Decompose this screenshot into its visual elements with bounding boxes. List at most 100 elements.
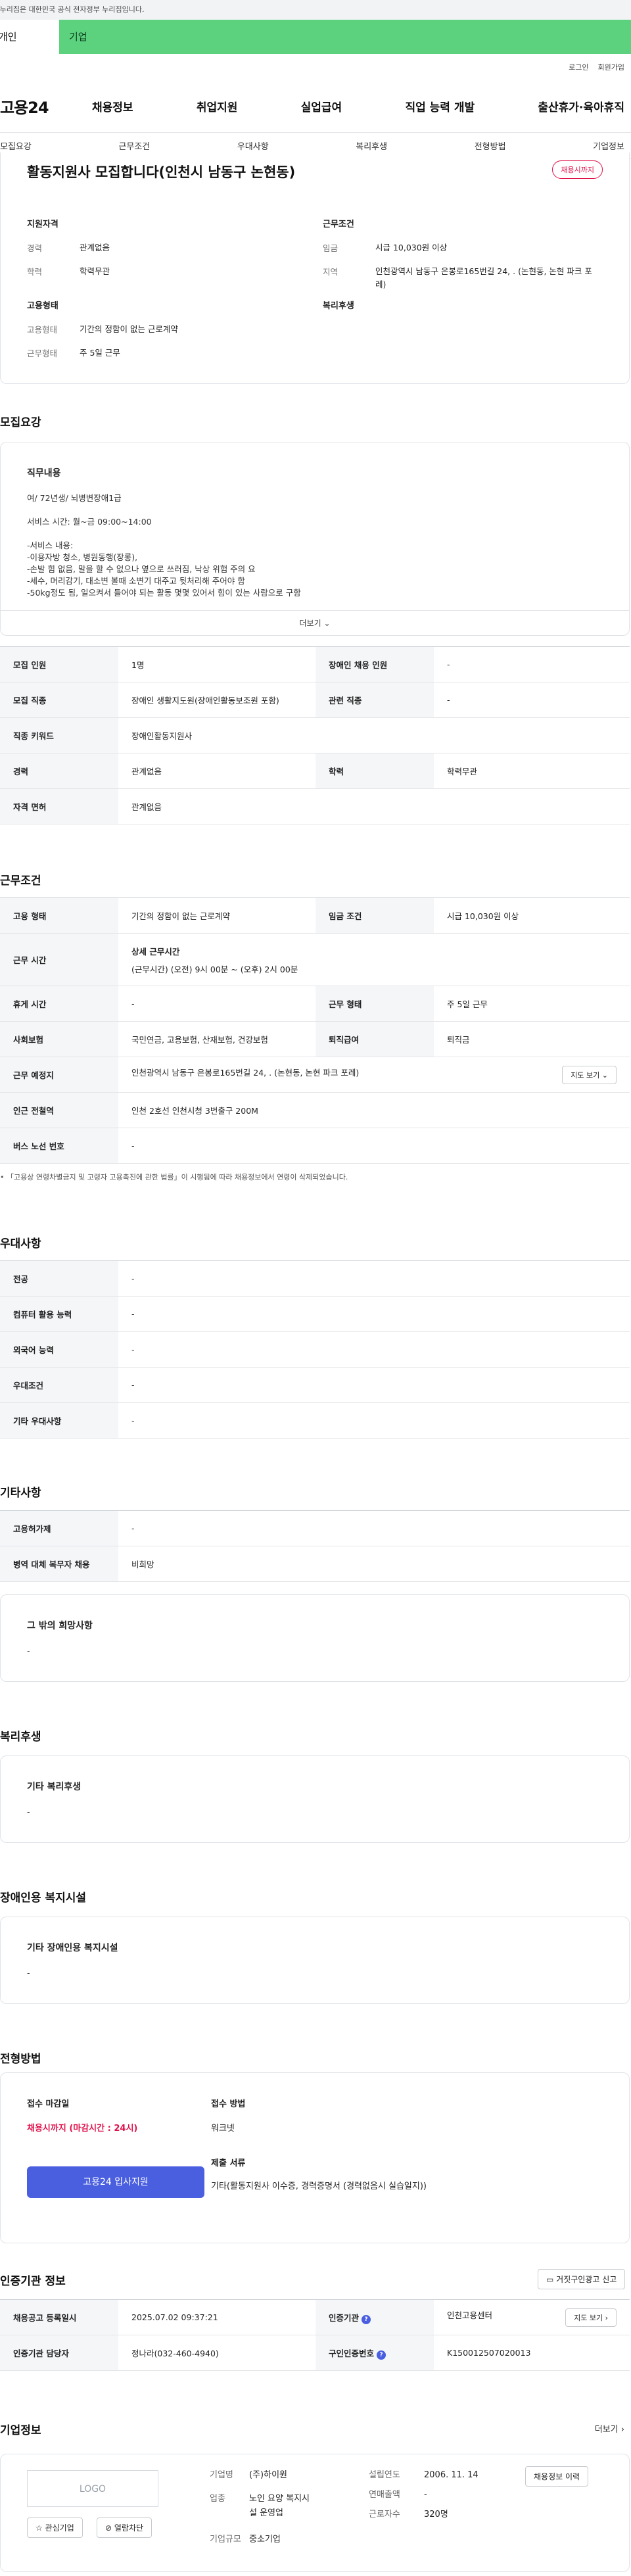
gnb-item-employment-support[interactable]: 취업지원: [197, 98, 238, 114]
edu-value: 학력무관: [434, 753, 630, 789]
major-label: 전공: [0, 1260, 118, 1297]
hours-value: (근무시간) (오전) 9시 00분 ~ (오후) 2시 00분: [131, 964, 298, 974]
report-button[interactable]: ▭ 거짓구인광고 신고: [538, 2269, 626, 2289]
age-law-note: • 「고용상 연령차별금지 및 고령자 고용촉진에 관한 법률」이 시행됨에 따…: [0, 1173, 348, 1181]
pref-section-title: 우대사항: [0, 1237, 41, 1251]
tab-personal[interactable]: 개인: [0, 20, 59, 54]
hours-cell: 상세 근무시간 (근무시간) (오전) 9시 00분 ~ (오후) 2시 00분: [118, 933, 630, 986]
subway-value: 인천 2호선 인천시청 3번출구 200M: [118, 1092, 630, 1128]
join-link[interactable]: 회원가입: [598, 62, 624, 72]
subnav-work[interactable]: 근무조건: [118, 139, 150, 152]
scale-value: 중소기업: [249, 2535, 281, 2544]
apply-card: 접수 마감일 채용시까지 (마감시간 : 24시) 고용24 입사지원 접수 방…: [0, 2072, 630, 2243]
duty-content: 여/ 72년생/ 뇌병변장애1급 서비스 시간: 월~금 09:00~14:00…: [27, 492, 603, 608]
map-button[interactable]: 지도 보기 ⌄: [562, 1065, 617, 1084]
apply-button[interactable]: 고용24 입사지원: [27, 2166, 204, 2198]
industry-row-cont: 설 운영업: [249, 2506, 283, 2518]
company-card: LOGO ☆ 관심기업 ⊘ 열람차단 기업명 (주)하이원 업종 노인 요양 복지시…: [0, 2454, 630, 2572]
region-value: 인천광역시 남동구 은봉로165번길 24, . (논현동, 논현 파크 포레): [375, 266, 592, 289]
more-toggle[interactable]: 더보기 ⌄: [1, 610, 629, 635]
gnb-item-leave[interactable]: 출산휴가·육아휴직: [538, 98, 624, 114]
staff-row: 근로자수 320명: [369, 2507, 448, 2519]
recruit-section-title: 모집요강: [0, 416, 41, 429]
gnb-item-training[interactable]: 직업 능력 개발: [405, 98, 475, 114]
help-icon[interactable]: ?: [377, 2350, 386, 2360]
table-row: 사회보험 국민연금, 고용보험, 산재보험, 건강보험 퇴직급여 퇴직금: [0, 1021, 630, 1057]
insurance-value: 국민연금, 고용보험, 산재보험, 건강보험: [118, 1021, 316, 1057]
global-nav: 고용24 채용정보 취업지원 실업급여 직업 능력 개발 출산휴가·육아휴직: [0, 80, 631, 133]
wage-value: 시급 10,030원 이상: [434, 897, 630, 934]
qualification-heading: 지원자격: [27, 220, 58, 229]
duty-line: -세수, 머리감기, 대소변 볼때 소변기 대주고 뒷처리해 주어야 함: [27, 576, 245, 586]
company-section-title: 기업정보: [0, 2424, 41, 2437]
summary-card: 활동지원사 모집합니다(인천시 남동구 논현동) 채용시까지 지원자격 경력 관계…: [0, 153, 630, 384]
career-value: 관계없음: [118, 753, 316, 789]
scale-label: 기업규모: [210, 2535, 241, 2544]
permit-label: 고용허가제: [0, 1510, 118, 1546]
subnav-company[interactable]: 기업정보: [593, 139, 624, 152]
block-button[interactable]: ⊘ 열람차단: [97, 2517, 152, 2538]
agency-map-label: 지도 보기: [574, 2313, 603, 2322]
subnav-welfare[interactable]: 복리후생: [356, 139, 387, 152]
pref-table: 전공 - 컴퓨터 활용 능력 - 외국어 능력 - 우대조건 - 기타 우대사항 -: [0, 1260, 630, 1439]
other-wish-card: 그 밖의 희망사항 -: [0, 1594, 630, 1682]
auth-label: 구인인증번호: [329, 2348, 375, 2358]
bus-label: 버스 노선 번호: [0, 1128, 118, 1164]
age-law-note-text: 「고용상 연령차별금지 및 고령자 고용촉진에 관한 법률」이 시행됨에 따라 …: [7, 1173, 348, 1181]
duty-card: 직무내용 여/ 72년생/ 뇌병변장애1급 서비스 시간: 월~금 09:00~…: [0, 442, 630, 636]
industry-label: 업종: [210, 2494, 225, 2504]
disabled-value: -: [434, 646, 630, 682]
job-history-button[interactable]: 채용정보 이력: [525, 2466, 589, 2487]
worktype-label: 근무 형태: [316, 986, 434, 1022]
rest-label: 휴게 시간: [0, 986, 118, 1022]
welfare-block: 복리후생: [323, 298, 354, 323]
subnav-recruit[interactable]: 모집요강: [0, 139, 32, 152]
emptype-label: 고용형태: [27, 325, 58, 335]
utility-nav: 로그인 회원가입: [0, 54, 631, 80]
company-name-row: 기업명 (주)하이원: [210, 2468, 287, 2480]
manager-label: 인증기관 담당자: [0, 2335, 118, 2371]
career-label: 경력: [27, 243, 43, 253]
worktype-value: 주 5일 근무: [80, 348, 120, 358]
block-icon: ⊘: [105, 2523, 112, 2533]
insurance-label: 사회보험: [0, 1021, 118, 1057]
recruit-table: 모집 인원 1명 장애인 채용 인원 - 모집 직종 장애인 생활지도원(장애인…: [0, 646, 630, 824]
worktype-value: 주 5일 근무: [434, 986, 630, 1022]
subnav-pref[interactable]: 우대사항: [237, 139, 269, 152]
agency-map-button[interactable]: 지도 보기 ›: [565, 2308, 617, 2327]
table-row: 모집 직종 장애인 생활지도원(장애인활동보조원 포함) 관련 직종 -: [0, 682, 630, 718]
table-row: 근무 시간 상세 근무시간 (근무시간) (오전) 9시 00분 ~ (오후) …: [0, 933, 630, 986]
subnav-apply[interactable]: 전형방법: [475, 139, 506, 152]
emptype-value: 기간의 정함이 없는 근로계약: [80, 324, 178, 334]
career-value: 관계없음: [80, 243, 110, 252]
login-link[interactable]: 로그인: [569, 62, 588, 72]
method-heading: 접수 방법: [211, 2099, 246, 2109]
favorite-button[interactable]: ☆ 관심기업: [27, 2517, 83, 2538]
edu-label: 학력: [27, 267, 43, 277]
help-icon[interactable]: ?: [362, 2314, 371, 2324]
wage-label: 임금: [323, 243, 339, 253]
docs-value: 기타(활동지원사 이수증, 경력증명서 (경력없음시 실습일지)): [211, 2182, 427, 2191]
cond-value: -: [118, 1367, 630, 1403]
agency-table: 채용공고 등록일시 2025.07.02 09:37:21 인증기관? 인천고용…: [0, 2299, 630, 2371]
table-row: 전공 -: [0, 1260, 630, 1297]
table-row: 우대조건 -: [0, 1367, 630, 1403]
gnb-item-unemployment[interactable]: 실업급여: [301, 98, 342, 114]
license-label: 자격 면허: [0, 788, 118, 824]
table-row: 고용허가제 -: [0, 1510, 630, 1546]
reg-value: 2025.07.02 09:37:21: [118, 2299, 316, 2335]
duty-line: 여/ 72년생/ 뇌병변장애1급: [27, 493, 122, 503]
hours-subheading: 상세 근무시간: [131, 946, 180, 957]
tab-company[interactable]: 기업: [59, 20, 631, 54]
gnb-item-jobs[interactable]: 채용정보: [92, 98, 133, 114]
agency-cell: 인천고용센터 지도 보기 ›: [434, 2299, 630, 2335]
site-logo[interactable]: 고용24: [0, 95, 92, 118]
work-section-title: 근무조건: [0, 874, 41, 888]
staff-value: 320명: [424, 2510, 448, 2519]
wage-label: 임금 조건: [316, 897, 434, 934]
table-row: 인근 전철역 인천 2호선 인천시청 3번출구 200M: [0, 1092, 630, 1128]
company-more-link[interactable]: 더보기 ›: [595, 2422, 624, 2435]
table-row: 외국어 능력 -: [0, 1331, 630, 1368]
table-row: 채용공고 등록일시 2025.07.02 09:37:21 인증기관? 인천고용…: [0, 2299, 630, 2335]
company-logo: LOGO: [27, 2470, 158, 2507]
